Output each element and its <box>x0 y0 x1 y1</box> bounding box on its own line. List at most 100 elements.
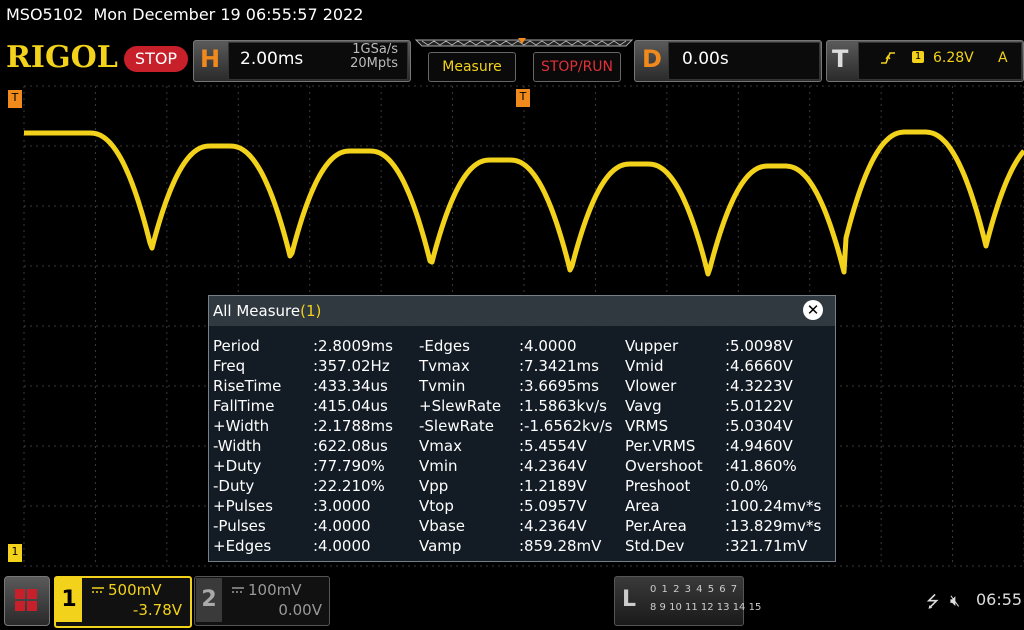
measure-name: Vmin <box>419 457 458 475</box>
channel1-scale: 500mV <box>108 581 162 599</box>
measure-name: Vtop <box>419 497 454 515</box>
measure-name: Std.Dev <box>625 537 685 555</box>
channel1-offset-marker[interactable]: 1 <box>8 544 22 562</box>
measure-value: :4.2364V <box>519 517 587 535</box>
measure-name: Per.VRMS <box>625 437 696 455</box>
measure-name: Per.Area <box>625 517 687 535</box>
measure-name: RiseTime <box>213 377 282 395</box>
measure-value: :4.0000 <box>519 337 577 355</box>
measure-table: Period:2.8009ms Freq :357.02Hz RiseTime:433… <box>209 330 835 560</box>
measure-row: +Duty :77.790% <box>213 456 413 476</box>
measure-value: :4.3223V <box>725 377 793 395</box>
measure-column-2: -Edges:4.0000 Tvmax:7.3421ms Tvmin:3.6695m… <box>419 336 623 556</box>
close-icon[interactable]: ✕ <box>803 300 823 320</box>
measure-name: Vmax <box>419 437 462 455</box>
channel1-number: 1 <box>56 578 82 622</box>
measure-value: :622.08us <box>313 437 388 455</box>
measure-value: :-1.6562kv/s <box>519 417 613 435</box>
dc-coupling-icon <box>232 587 244 593</box>
logic-channels-8-15: 8 9 10 11 12 13 14 15 <box>650 602 762 613</box>
measure-name: Overshoot <box>625 457 703 475</box>
trigger-position-marker[interactable]: T <box>516 89 530 107</box>
measure-name: Area <box>625 497 660 515</box>
measure-value: :41.860% <box>725 457 797 475</box>
dialog-title: All Measure(1) <box>213 302 321 320</box>
measure-value: :2.1788ms <box>313 417 393 435</box>
trigger-level-marker[interactable]: T <box>8 90 22 108</box>
measure-name: +SlewRate <box>419 397 502 415</box>
measure-value: :5.0098V <box>725 337 793 355</box>
measure-name: +Edges <box>213 537 272 555</box>
measure-row: Vlower:4.3223V <box>625 376 831 396</box>
logic-analyzer-letter: L <box>622 587 637 612</box>
measure-value: :321.71mV <box>725 537 808 555</box>
measure-name: Tvmin <box>419 377 466 395</box>
measure-value: :7.3421ms <box>519 357 599 375</box>
dialog-title-text: All Measure <box>213 302 301 320</box>
dc-coupling-icon <box>92 587 104 593</box>
measure-row: -Pulses:4.0000 <box>213 516 413 536</box>
measure-name: Tvmax <box>419 357 470 375</box>
measure-row: RiseTime:433.34us <box>213 376 413 396</box>
measure-name: Preshoot <box>625 477 691 495</box>
measure-name: +Duty <box>213 457 262 475</box>
measure-name: +Pulses <box>213 497 273 515</box>
measure-row: Vupper:5.0098V <box>625 336 831 356</box>
measure-row: Period:2.8009ms <box>213 336 413 356</box>
measure-name: -Duty <box>213 477 255 495</box>
measure-row: Vpp:1.2189V <box>419 476 623 496</box>
measure-row: Vamp:859.28mV <box>419 536 623 556</box>
channel2-scale: 100mV <box>248 581 302 599</box>
speaker-muted-icon[interactable]: 🔇︎ <box>950 591 960 611</box>
measure-value: :5.0304V <box>725 417 793 435</box>
measure-name: Vbase <box>419 517 466 535</box>
measure-name: VRMS <box>625 417 669 435</box>
measure-value: :13.829mv*s <box>725 517 822 535</box>
measure-row: Vmin:4.2364V <box>419 456 623 476</box>
measure-name: Vmid <box>625 357 664 375</box>
measure-value: :4.0000 <box>313 517 371 535</box>
measure-value: :1.2189V <box>519 477 587 495</box>
measure-row: Per.Area :13.829mv*s <box>625 516 831 536</box>
channel1-offset: -3.78V <box>132 601 182 619</box>
measure-name: -Width <box>213 437 262 455</box>
measure-row: Preshoot :0.0% <box>625 476 831 496</box>
measure-row: -Width :622.08us <box>213 436 413 456</box>
measure-value: :5.0957V <box>519 497 587 515</box>
measure-value: :3.0000 <box>313 497 371 515</box>
measure-row: -Duty:22.210% <box>213 476 413 496</box>
measure-row: Area:100.24mv*s <box>625 496 831 516</box>
usb-icon: ⭍ <box>926 592 940 611</box>
measure-value: :859.28mV <box>519 537 602 555</box>
measure-row: +SlewRate:1.5863kv/s <box>419 396 623 416</box>
clock: 06:55 <box>976 590 1023 609</box>
measure-value: :77.790% <box>313 457 385 475</box>
measure-name: Freq <box>213 357 246 375</box>
measure-row: Freq :357.02Hz <box>213 356 413 376</box>
measure-name: -SlewRate <box>419 417 494 435</box>
measure-row: +Edges:4.0000 <box>213 536 413 556</box>
measure-row: Overshoot :41.860% <box>625 456 831 476</box>
measure-value: :415.04us <box>313 397 388 415</box>
measure-column-1: Period:2.8009ms Freq :357.02Hz RiseTime:433… <box>213 336 413 556</box>
logic-channels-0-7: 0 1 2 3 4 5 6 7 <box>650 584 739 595</box>
measure-value: :357.02Hz <box>313 357 390 375</box>
measure-row: VRMS :5.0304V <box>625 416 831 436</box>
measure-row: Vavg:5.0122V <box>625 396 831 416</box>
measure-value: :4.6660V <box>725 357 793 375</box>
measure-row: Per.VRMS :4.9460V <box>625 436 831 456</box>
measure-row: Tvmax :7.3421ms <box>419 356 623 376</box>
measure-name: +Width <box>213 417 270 435</box>
grid-menu-icon <box>15 589 37 611</box>
measure-value: :4.9460V <box>725 437 793 455</box>
measure-row: +Pulses :3.0000 <box>213 496 413 516</box>
measure-row: Vtop :5.0957V <box>419 496 623 516</box>
measure-name: FallTime <box>213 397 275 415</box>
measure-row: Vmax :5.4554V <box>419 436 623 456</box>
measure-value: :0.0% <box>725 477 769 495</box>
measure-value: :5.4554V <box>519 437 587 455</box>
measure-row: Tvmin :3.6695ms <box>419 376 623 396</box>
measure-column-3: Vupper:5.0098V Vmid :4.6660V Vlower:4.3223V… <box>625 336 831 556</box>
measure-value: :3.6695ms <box>519 377 599 395</box>
measure-value: :2.8009ms <box>313 337 393 355</box>
